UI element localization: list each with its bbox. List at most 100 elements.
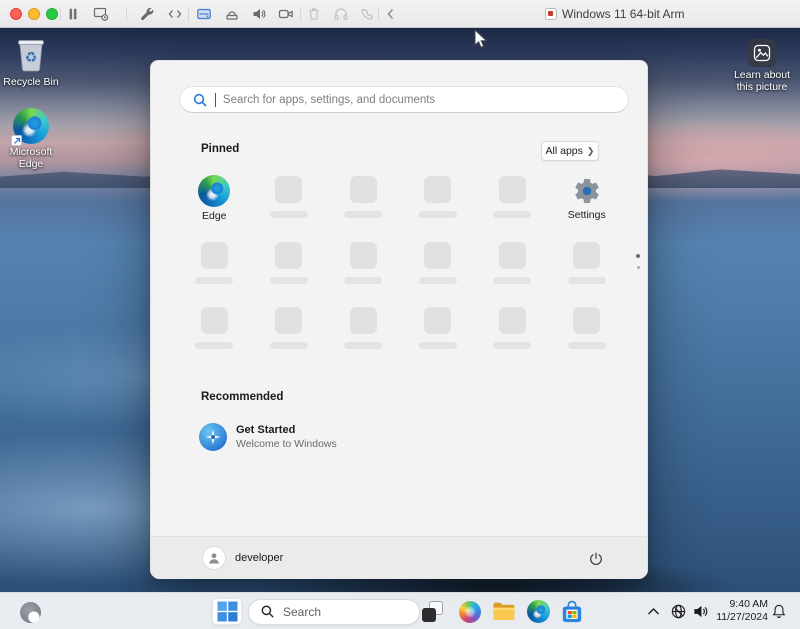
pinned-app-settings[interactable]: Settings <box>550 171 625 237</box>
recommended-item-title: Get Started <box>236 424 337 436</box>
microsoft-store-button[interactable] <box>558 598 586 626</box>
pause-icon[interactable] <box>64 5 82 23</box>
power-button[interactable] <box>585 548 607 570</box>
pinned-app-edge[interactable]: Edge <box>177 171 252 237</box>
pinned-placeholder-tile <box>326 302 401 367</box>
recommended-item-subtitle: Welcome to Windows <box>236 438 337 450</box>
usb-device-icon[interactable] <box>223 5 241 23</box>
widgets-button[interactable] <box>18 600 42 624</box>
start-button[interactable] <box>212 598 242 625</box>
chevron-right-icon: ❯ <box>587 146 595 157</box>
notifications-button[interactable] <box>770 602 788 620</box>
pinned-page-dots[interactable] <box>634 254 642 269</box>
sound-icon[interactable] <box>250 5 268 23</box>
edge-button[interactable] <box>524 598 552 626</box>
camera-icon[interactable] <box>277 5 295 23</box>
volume-button[interactable] <box>690 601 710 621</box>
recycle-bin-icon: ♻ <box>13 34 49 74</box>
picture-info-icon <box>748 39 776 67</box>
user-profile-button[interactable]: developer <box>203 547 283 569</box>
search-icon <box>192 92 208 108</box>
pinned-placeholder-tile <box>252 171 327 237</box>
start-menu-footer: developer <box>151 536 647 579</box>
speaker-icon <box>692 603 709 620</box>
svg-text:♻: ♻ <box>25 50 38 66</box>
all-apps-button[interactable]: All apps ❯ <box>541 141 599 161</box>
hidden-icons-button[interactable] <box>644 603 662 619</box>
snapshots-icon[interactable] <box>92 5 110 23</box>
pinned-placeholder-tile <box>252 237 327 302</box>
pinned-placeholder-tile <box>475 302 550 367</box>
edge-shortcut-label: Microsoft Edge <box>0 146 62 170</box>
user-name: developer <box>235 552 283 564</box>
cd-drive-icon[interactable] <box>195 5 213 23</box>
macos-titlebar: Windows 11 64-bit Arm <box>0 0 800 28</box>
clock-date: 11/27/2024 <box>712 611 768 624</box>
pinned-app-label: Settings <box>568 209 606 221</box>
pinned-placeholder-tile <box>177 237 252 302</box>
pinned-placeholder-tile <box>550 302 625 367</box>
window-title: Windows 11 64-bit Arm <box>545 0 685 28</box>
zoom-button[interactable] <box>46 8 58 20</box>
pinned-placeholder-tile <box>550 237 625 302</box>
desktop-icon-microsoft-edge[interactable]: Microsoft Edge <box>0 108 62 170</box>
pinned-apps-grid: Edge Settings <box>177 171 624 367</box>
pinned-placeholder-tile <box>326 237 401 302</box>
text-caret <box>215 93 216 107</box>
pinned-placeholder-tile <box>401 237 476 302</box>
taskbar-search-label: Search <box>283 605 321 619</box>
recycle-bin-label: Recycle Bin <box>3 76 58 88</box>
pinned-placeholder-tile <box>475 237 550 302</box>
taskbar-search-button[interactable]: Search <box>248 599 420 625</box>
copilot-icon <box>459 601 481 623</box>
network-globe-icon <box>670 603 687 620</box>
toolbar-separator <box>300 7 301 21</box>
learn-picture-label: Learn about this picture <box>732 69 792 93</box>
task-view-button[interactable] <box>418 598 446 626</box>
copilot-button[interactable] <box>456 598 484 626</box>
taskbar: Search <box>0 592 800 629</box>
user-avatar <box>203 547 225 569</box>
trash-icon[interactable] <box>305 5 323 23</box>
pinned-placeholder-tile <box>401 171 476 237</box>
edge-icon <box>527 600 550 623</box>
minimize-button[interactable] <box>28 8 40 20</box>
get-started-icon <box>199 423 227 451</box>
headphones-icon[interactable] <box>332 5 350 23</box>
toolbar-separator <box>60 7 61 21</box>
pinned-placeholder-tile <box>401 302 476 367</box>
file-explorer-button[interactable] <box>490 598 518 626</box>
window-title-text: Windows 11 64-bit Arm <box>562 7 685 21</box>
phone-icon[interactable] <box>358 5 376 23</box>
recommended-section-title: Recommended <box>201 391 283 403</box>
bell-icon <box>771 603 787 619</box>
clock[interactable]: 9:40 AM 11/27/2024 <box>712 598 768 624</box>
toolbar-separator <box>126 7 127 21</box>
power-icon <box>588 551 604 567</box>
recommended-item-get-started[interactable]: Get Started Welcome to Windows <box>199 423 337 451</box>
all-apps-label: All apps <box>546 145 583 157</box>
start-search-input[interactable] <box>223 94 616 106</box>
page-dot-active[interactable] <box>636 254 640 258</box>
page-dot[interactable] <box>637 266 640 269</box>
vmware-window: Windows 11 64-bit Arm ♻ Recycle Bin Micr… <box>0 0 800 629</box>
collapse-toolbar-icon[interactable] <box>382 5 400 23</box>
code-brackets-icon[interactable] <box>166 5 184 23</box>
network-button[interactable] <box>668 601 688 621</box>
chevron-up-icon <box>647 607 660 616</box>
pinned-app-label: Edge <box>202 210 227 222</box>
pinned-placeholder-tile <box>252 302 327 367</box>
close-button[interactable] <box>10 8 22 20</box>
search-icon <box>260 604 275 619</box>
toolbar-separator <box>378 7 379 21</box>
task-view-icon <box>422 601 443 622</box>
settings-wrench-icon[interactable] <box>138 5 156 23</box>
toolbar-separator <box>188 7 189 21</box>
pinned-section-title: Pinned <box>201 143 239 155</box>
start-menu: Pinned All apps ❯ Edge <box>150 60 648 578</box>
desktop-icon-learn-about-picture[interactable]: Learn about this picture <box>731 39 793 93</box>
pinned-placeholder-tile <box>177 302 252 367</box>
desktop-icon-recycle-bin[interactable]: ♻ Recycle Bin <box>0 34 62 88</box>
start-search-box[interactable] <box>179 86 629 113</box>
pinned-placeholder-tile <box>326 171 401 237</box>
